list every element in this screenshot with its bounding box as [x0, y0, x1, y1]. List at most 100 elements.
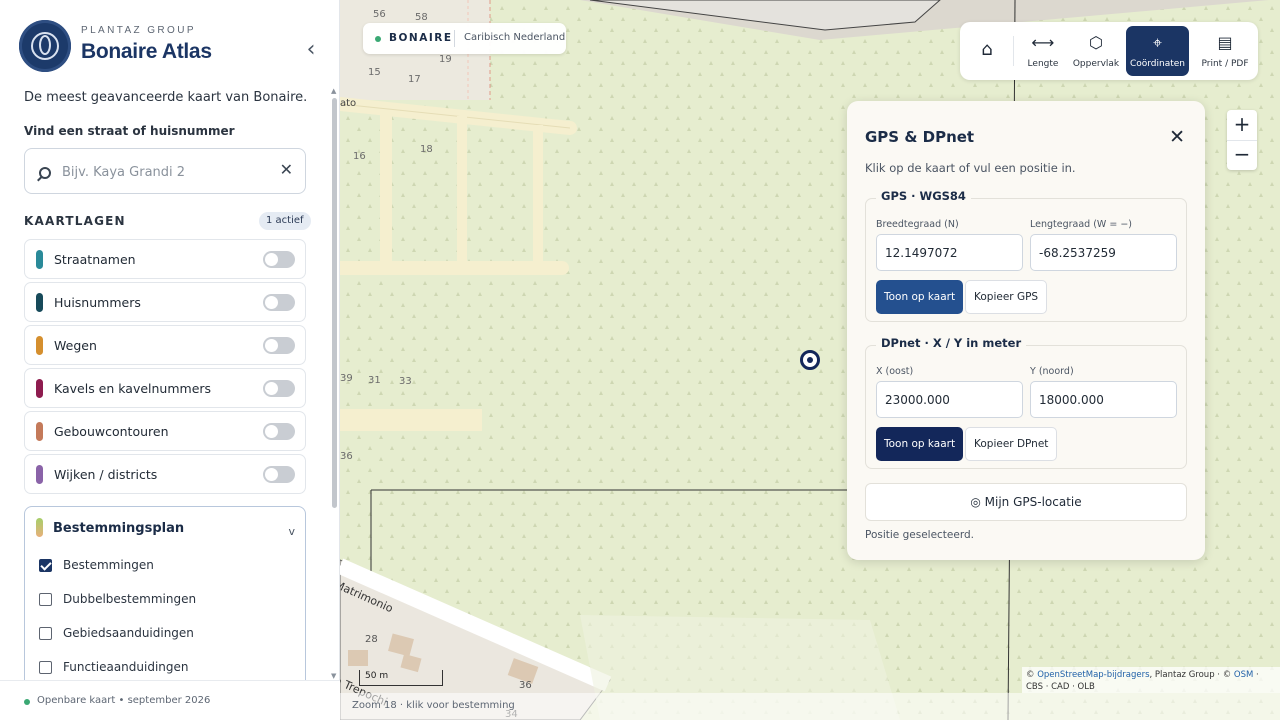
checkbox-dubbelbestemmingen[interactable] [39, 593, 52, 606]
layer-item[interactable]: Kavels en kavelnummers [24, 368, 306, 408]
tagline: De meest geavanceerde kaart van Bonaire. [24, 90, 308, 105]
map-label-number: 33 [399, 376, 412, 387]
layer-toggle[interactable] [263, 466, 295, 483]
sidebar-scrollbar[interactable] [332, 98, 337, 508]
area-button[interactable]: ⬡ Oppervlak [1070, 26, 1122, 76]
island-pill: BONAIRE Caribisch Nederland [363, 23, 566, 54]
checkbox-bestemmingen[interactable] [39, 559, 52, 572]
logo-leaf-icon [39, 35, 51, 55]
wgs84-section: GPS · WGS84 Breedtegraad (N) Lengtegraad… [865, 189, 1187, 322]
latitude-label: Breedtegraad (N) [876, 219, 959, 230]
show-dpnet-on-map-button[interactable]: Toon op kaart [876, 427, 964, 461]
y-input[interactable] [1030, 381, 1177, 418]
map-attribution: © OpenStreetMap-bijdragers, Plantaz Grou… [1022, 667, 1280, 693]
layer-label: Wijken / districts [54, 467, 158, 482]
longitude-label: Lengtegraad (W = −) [1030, 219, 1132, 230]
show-gps-on-map-button[interactable]: Toon op kaart [876, 280, 964, 314]
layer-toggle[interactable] [263, 423, 295, 440]
sidebar: PLANTAZ GROUP Bonaire Atlas ‹ De meest g… [0, 0, 340, 720]
option-dubbelbestemmingen: Dubbelbestemmingen [63, 592, 197, 606]
sidebar-footer: Openbare kaart • september 2026 [0, 680, 340, 720]
location-marker[interactable] [800, 350, 820, 370]
map-label-number: 36 [519, 680, 532, 691]
osm-contributors-link[interactable]: OpenStreetMap-bijdragers [1037, 670, 1149, 680]
scroll-down-icon[interactable]: ▼ [331, 672, 336, 680]
print-button[interactable]: ▤ Print / PDF [1198, 26, 1252, 76]
latitude-input[interactable] [876, 234, 1023, 271]
checkbox-gebiedsaanduidingen[interactable] [39, 627, 52, 640]
map-label-number: 17 [408, 74, 421, 85]
scroll-up-icon[interactable]: ▲ [331, 87, 336, 95]
layer-toggle[interactable] [263, 251, 295, 268]
x-input[interactable] [876, 381, 1023, 418]
my-gps-location-button[interactable]: ◎ Mijn GPS-locatie [865, 483, 1187, 521]
status-dot [375, 36, 381, 42]
layer-item[interactable]: Wegen [24, 325, 306, 365]
chevron-down-icon[interactable]: v [288, 525, 295, 538]
map-label-number: 56 [373, 9, 386, 20]
map-label-number: 39 [340, 373, 353, 384]
app-title: Bonaire Atlas [81, 40, 212, 63]
layer-item[interactable]: Gebouwcontouren [24, 411, 306, 451]
area-label: Oppervlak [1072, 59, 1120, 69]
length-button[interactable]: ⟷ Lengte [1019, 26, 1067, 76]
bestemmingsplan-panel: Bestemmingsplan v Bestemmingen Dubbelbes… [24, 506, 306, 696]
layer-color-swatch [36, 465, 43, 484]
layer-color-swatch [36, 518, 43, 537]
longitude-input[interactable] [1030, 234, 1177, 271]
layer-label: Wegen [54, 338, 97, 353]
coordinates-label: Coördinaten [1129, 59, 1186, 69]
copy-dpnet-button[interactable]: Kopieer DPnet [965, 427, 1058, 461]
panel-intro: Klik op de kaart of vul een positie in. [865, 161, 1076, 175]
layer-color-swatch [36, 379, 43, 398]
close-icon[interactable]: ✕ [1169, 127, 1185, 147]
layer-toggle[interactable] [263, 294, 295, 311]
search-label: Vind een straat of huisnummer [24, 124, 235, 138]
map-label-number: 31 [368, 375, 381, 386]
coordinates-icon: ⌖ [1152, 33, 1162, 52]
layer-color-swatch [36, 250, 43, 269]
panel-title: GPS & DPnet [865, 128, 975, 146]
print-label: Print / PDF [1201, 59, 1249, 69]
divider [454, 30, 455, 47]
layer-item[interactable]: Wijken / districts [24, 454, 306, 494]
coordinates-button[interactable]: ⌖ Coördinaten [1126, 26, 1189, 76]
layer-label: Straatnamen [54, 252, 136, 267]
toolbar-divider [1013, 36, 1014, 66]
length-label: Lengte [1027, 59, 1059, 69]
layers-heading: KAARTLAGEN [24, 214, 126, 228]
zoom-in-button[interactable]: + [1227, 110, 1257, 140]
map-label-street: ato [340, 98, 357, 109]
map-label-number: 19 [439, 54, 452, 65]
print-icon: ▤ [1217, 33, 1233, 52]
osm-link[interactable]: OSM [1234, 670, 1253, 680]
layer-item[interactable]: Straatnamen [24, 239, 306, 279]
search-icon [39, 167, 51, 179]
zoom-control: + − [1227, 110, 1257, 170]
plantaz-logo [19, 20, 71, 72]
map-label-number: 28 [365, 634, 378, 645]
search-input[interactable] [62, 161, 272, 183]
zoom-out-button[interactable]: − [1227, 140, 1257, 170]
clear-search-icon[interactable]: ✕ [280, 160, 293, 179]
brand-group: PLANTAZ GROUP [81, 25, 196, 36]
option-gebiedsaanduidingen: Gebiedsaanduidingen [63, 626, 194, 640]
position-status: Positie geselecteerd. [865, 529, 974, 541]
copy-gps-button[interactable]: Kopieer GPS [965, 280, 1048, 314]
checkbox-functieaanduidingen[interactable] [39, 661, 52, 674]
layer-toggle[interactable] [263, 337, 295, 354]
map-label-number: 36 [340, 451, 353, 462]
home-icon: ⌂ [981, 39, 993, 60]
search-box: ✕ [24, 148, 306, 194]
scale-label: 50 m [365, 671, 389, 681]
layer-color-swatch [36, 422, 43, 441]
zoom-status: Zoom 18 · klik voor bestemming [352, 700, 515, 711]
layer-label: Huisnummers [54, 295, 141, 310]
collapse-sidebar-icon[interactable]: ‹ [300, 39, 322, 62]
y-label: Y (noord) [1030, 366, 1074, 377]
layer-toggle[interactable] [263, 380, 295, 397]
home-button[interactable]: ⌂ [965, 26, 1009, 76]
layer-label: Kavels en kavelnummers [54, 381, 212, 396]
layer-color-swatch [36, 336, 43, 355]
layer-item[interactable]: Huisnummers [24, 282, 306, 322]
